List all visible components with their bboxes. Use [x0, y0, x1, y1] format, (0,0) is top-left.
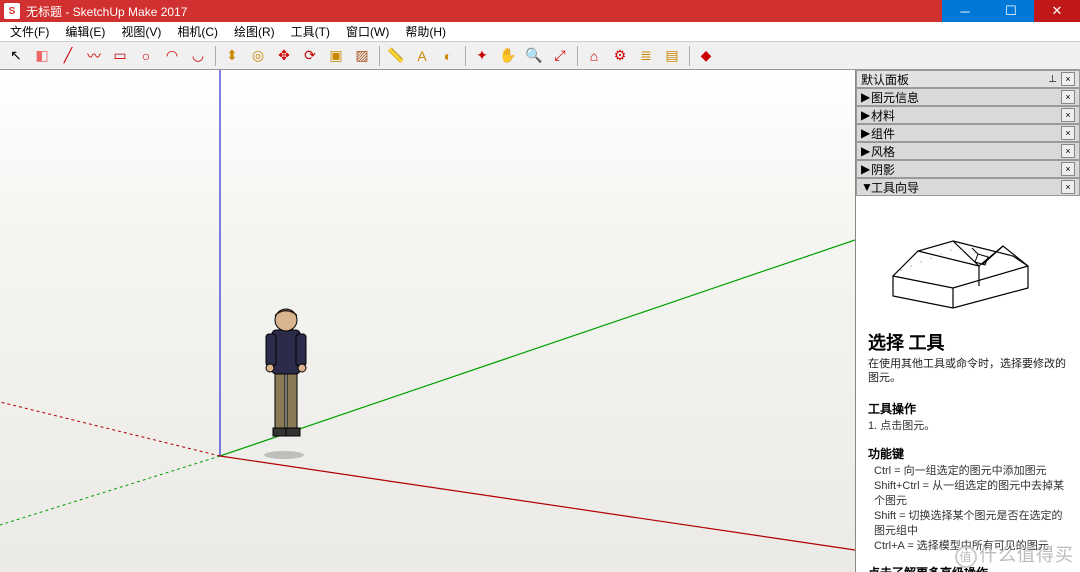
key-line: Shift = 切换选择某个图元是否在选定的图元组中 [868, 509, 1068, 539]
panel-close-button[interactable]: × [1061, 108, 1075, 122]
panel-close-button[interactable]: × [1061, 144, 1075, 158]
tool-protractor[interactable]: ◐ [436, 44, 460, 68]
tool-scale[interactable]: ▣ [324, 44, 348, 68]
instructor-desc: 在使用其他工具或命令时，选择要修改的图元。 [868, 357, 1068, 386]
minimize-button[interactable]: ─ [942, 0, 988, 22]
instructor-heading: 选择 工具 [868, 329, 1068, 355]
tool-zoom-extents[interactable]: ⤢ [548, 44, 572, 68]
tool-extension[interactable]: ⚙ [608, 44, 632, 68]
window-controls: ─ ☐ ✕ [942, 0, 1080, 22]
tool-rotate[interactable]: ⟳ [298, 44, 322, 68]
scale-figure [264, 309, 306, 459]
tool-ruby[interactable]: ◆ [694, 44, 718, 68]
tool-arc2[interactable]: ◡ [186, 44, 210, 68]
keys-heading: 功能键 [868, 445, 1068, 462]
key-line: Ctrl = 向一组选定的图元中添加图元 [868, 464, 1068, 479]
tool-pushpull[interactable]: ⬍ [220, 44, 244, 68]
panel-label: 风格 [871, 143, 1061, 160]
tool-tape[interactable]: 📏 [384, 44, 408, 68]
ops-heading: 工具操作 [868, 400, 1068, 417]
panel-list: ▶图元信息×▶材料×▶组件×▶风格×▶阴影×▼工具向导× [856, 88, 1080, 196]
axes-and-scene [0, 70, 855, 572]
panel-label: 工具向导 [871, 179, 1061, 196]
menu-文件[interactable]: 文件(F) [4, 21, 55, 42]
window-title: 无标题 - SketchUp Make 2017 [26, 3, 942, 20]
pin-icon[interactable]: ⊥ [1048, 74, 1057, 85]
close-button[interactable]: ✕ [1034, 0, 1080, 22]
panel-close-button[interactable]: × [1061, 90, 1075, 104]
panel-header-工具向导[interactable]: ▼工具向导× [856, 178, 1080, 196]
arrow-right-icon: ▶ [861, 144, 871, 158]
instructor-panel: 选择 工具 在使用其他工具或命令时，选择要修改的图元。 工具操作 1. 点击图元… [856, 196, 1080, 572]
panel-close-button[interactable]: × [1061, 162, 1075, 176]
tool-paint[interactable]: ▨ [350, 44, 374, 68]
panel-close-button[interactable]: × [1061, 126, 1075, 140]
tool-offset[interactable]: ◎ [246, 44, 270, 68]
arrow-right-icon: ▶ [861, 126, 871, 140]
tool-line[interactable]: ╱ [56, 44, 80, 68]
menu-视图[interactable]: 视图(V) [115, 21, 167, 42]
menu-bar: 文件(F)编辑(E)视图(V)相机(C)绘图(R)工具(T)窗口(W)帮助(H) [0, 22, 1080, 42]
tool-freehand[interactable]: 〰 [82, 44, 106, 68]
tool-orbit[interactable]: ✦ [470, 44, 494, 68]
instructor-illustration [883, 216, 1053, 311]
panel-header-图元信息[interactable]: ▶图元信息× [856, 88, 1080, 106]
panel-header-风格[interactable]: ▶风格× [856, 142, 1080, 160]
toolbar-separator [686, 44, 692, 68]
toolbar-separator [462, 44, 468, 68]
tray-title: 默认面板 [861, 71, 1048, 88]
panel-header-材料[interactable]: ▶材料× [856, 106, 1080, 124]
menu-工具[interactable]: 工具(T) [285, 21, 336, 42]
arrow-down-icon: ▼ [861, 180, 871, 194]
arrow-right-icon: ▶ [861, 162, 871, 176]
tool-warehouse[interactable]: ⌂ [582, 44, 606, 68]
tool-eraser[interactable]: ◧ [30, 44, 54, 68]
tool-pan[interactable]: ✋ [496, 44, 520, 68]
tool-zoom[interactable]: 🔍 [522, 44, 546, 68]
toolbar-separator [376, 44, 382, 68]
ops-line: 1. 点击图元。 [868, 419, 1068, 434]
arrow-right-icon: ▶ [861, 108, 871, 122]
tool-select[interactable]: ↖ [4, 44, 28, 68]
panel-header-阴影[interactable]: ▶阴影× [856, 160, 1080, 178]
toolbar-separator [574, 44, 580, 68]
menu-编辑[interactable]: 编辑(E) [59, 21, 111, 42]
title-bar: S 无标题 - SketchUp Make 2017 ─ ☐ ✕ [0, 0, 1080, 22]
watermark-logo-icon: 值 [955, 546, 977, 568]
menu-绘图[interactable]: 绘图(R) [228, 21, 281, 42]
panel-header-组件[interactable]: ▶组件× [856, 124, 1080, 142]
panel-label: 材料 [871, 107, 1061, 124]
tool-arc[interactable]: ◠ [160, 44, 184, 68]
menu-相机[interactable]: 相机(C) [171, 21, 224, 42]
tool-outliner[interactable]: ▤ [660, 44, 684, 68]
toolbar-separator [212, 44, 218, 68]
panel-label: 图元信息 [871, 89, 1061, 106]
tool-circle[interactable]: ○ [134, 44, 158, 68]
tray-close-button[interactable]: × [1061, 72, 1075, 86]
tool-text[interactable]: A [410, 44, 434, 68]
key-line: Shift+Ctrl = 从一组选定的图元中去掉某个图元 [868, 479, 1068, 509]
menu-窗口[interactable]: 窗口(W) [340, 21, 395, 42]
tool-layers[interactable]: ≣ [634, 44, 658, 68]
panel-label: 组件 [871, 125, 1061, 142]
panel-close-button[interactable]: × [1061, 180, 1075, 194]
watermark-text: 什么值得买 [979, 545, 1074, 565]
default-tray: 默认面板 ⊥ × ▶图元信息×▶材料×▶组件×▶风格×▶阴影×▼工具向导× [855, 70, 1080, 572]
maximize-button[interactable]: ☐ [988, 0, 1034, 22]
tool-move[interactable]: ✥ [272, 44, 296, 68]
panel-label: 阴影 [871, 161, 1061, 178]
menu-帮助[interactable]: 帮助(H) [399, 21, 452, 42]
tool-rect[interactable]: ▭ [108, 44, 132, 68]
app-logo-icon: S [4, 3, 20, 19]
main-toolbar: ↖◧╱〰▭○◠◡ ⬍◎✥⟳▣▨ 📏A◐ ✦✋🔍⤢ ⌂⚙≣▤ ◆ [0, 42, 1080, 70]
viewport-3d[interactable] [0, 70, 855, 572]
workspace: 默认面板 ⊥ × ▶图元信息×▶材料×▶组件×▶风格×▶阴影×▼工具向导× [0, 70, 1080, 572]
arrow-right-icon: ▶ [861, 90, 871, 104]
watermark: 值什么值得买 [955, 541, 1074, 568]
tray-header[interactable]: 默认面板 ⊥ × [856, 70, 1080, 88]
